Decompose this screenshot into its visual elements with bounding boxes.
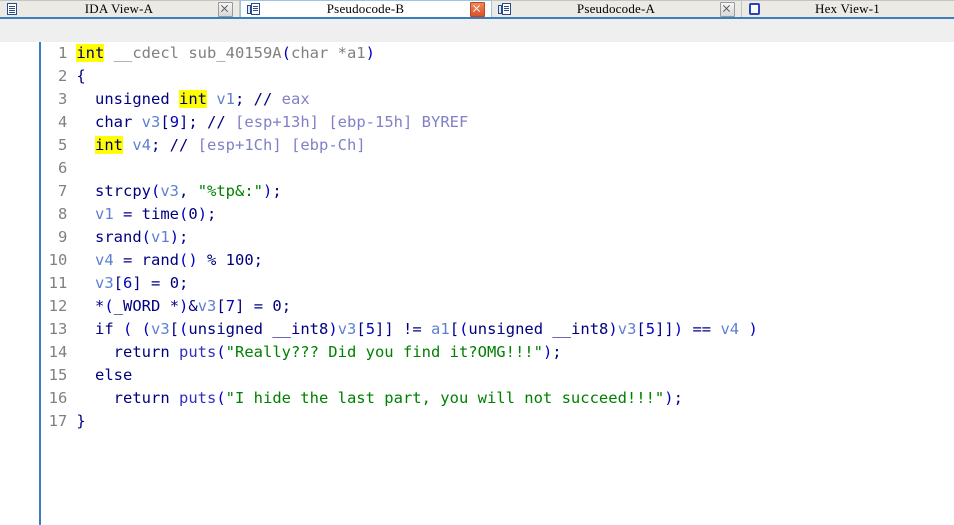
- code-line[interactable]: 14 return puts("Really??? Did you find i…: [0, 318, 954, 361]
- code-line[interactable]: 11 v3[6] = 0;: [0, 249, 954, 292]
- code-line[interactable]: 6: [0, 134, 954, 177]
- close-icon[interactable]: [218, 1, 233, 17]
- code-line[interactable]: 13 if ( (v3[(unsigned __int8)v3[5]] != a…: [0, 295, 954, 338]
- code-line[interactable]: 7 strcpy(v3, "%tp&:");: [0, 157, 954, 200]
- view-tab-bar[interactable]: IDA View-A Pseudocode-B Pseudocode-A Hex…: [0, 0, 954, 19]
- tab-ida-view-a[interactable]: IDA View-A: [0, 0, 240, 17]
- pseudocode-icon: [247, 2, 261, 16]
- tab-label: Pseudocode-B: [326, 1, 405, 16]
- code-line[interactable]: 1 int __cdecl sub_40159A(char *a1): [0, 19, 954, 62]
- close-icon[interactable]: [720, 1, 735, 17]
- code-line[interactable]: 3 unsigned int v1; // eax: [0, 65, 954, 108]
- code-line[interactable]: 9 srand(v1);: [0, 203, 954, 246]
- code-line[interactable]: 10 v4 = rand() % 100;: [0, 226, 954, 269]
- document-icon: [6, 2, 20, 16]
- code-line[interactable]: 4 char v3[9]; // [esp+13h] [ebp-15h] BYR…: [0, 88, 954, 131]
- hex-view-icon: [748, 2, 762, 16]
- code-line[interactable]: 16 return puts("I hide the last part, yo…: [0, 364, 954, 407]
- code-line-text: }: [76, 412, 86, 430]
- line-number: 17: [48, 412, 68, 430]
- code-line[interactable]: 17}: [0, 387, 954, 430]
- close-icon[interactable]: [470, 1, 485, 17]
- code-line[interactable]: 12 *(_WORD *)&v3[7] = 0;: [0, 272, 954, 315]
- code-line[interactable]: 2{: [0, 42, 954, 85]
- tab-pseudocode-a[interactable]: Pseudocode-A: [492, 0, 742, 17]
- pseudocode-text-area[interactable]: 1 int __cdecl sub_40159A(char *a1) 2{ 3 u…: [0, 19, 954, 525]
- code-line[interactable]: 5 int v4; // [esp+1Ch] [ebp-Ch]: [0, 111, 954, 154]
- tab-label: Hex View-1: [815, 1, 880, 16]
- tab-label: Pseudocode-A: [576, 1, 656, 16]
- tab-pseudocode-b[interactable]: Pseudocode-B: [240, 0, 492, 17]
- code-line[interactable]: 8 v1 = time(0);: [0, 180, 954, 223]
- tab-label: IDA View-A: [84, 1, 154, 16]
- tab-hex-view-1[interactable]: Hex View-1: [742, 0, 954, 17]
- code-line[interactable]: 15 else: [0, 341, 954, 384]
- pseudocode-icon: [498, 2, 512, 16]
